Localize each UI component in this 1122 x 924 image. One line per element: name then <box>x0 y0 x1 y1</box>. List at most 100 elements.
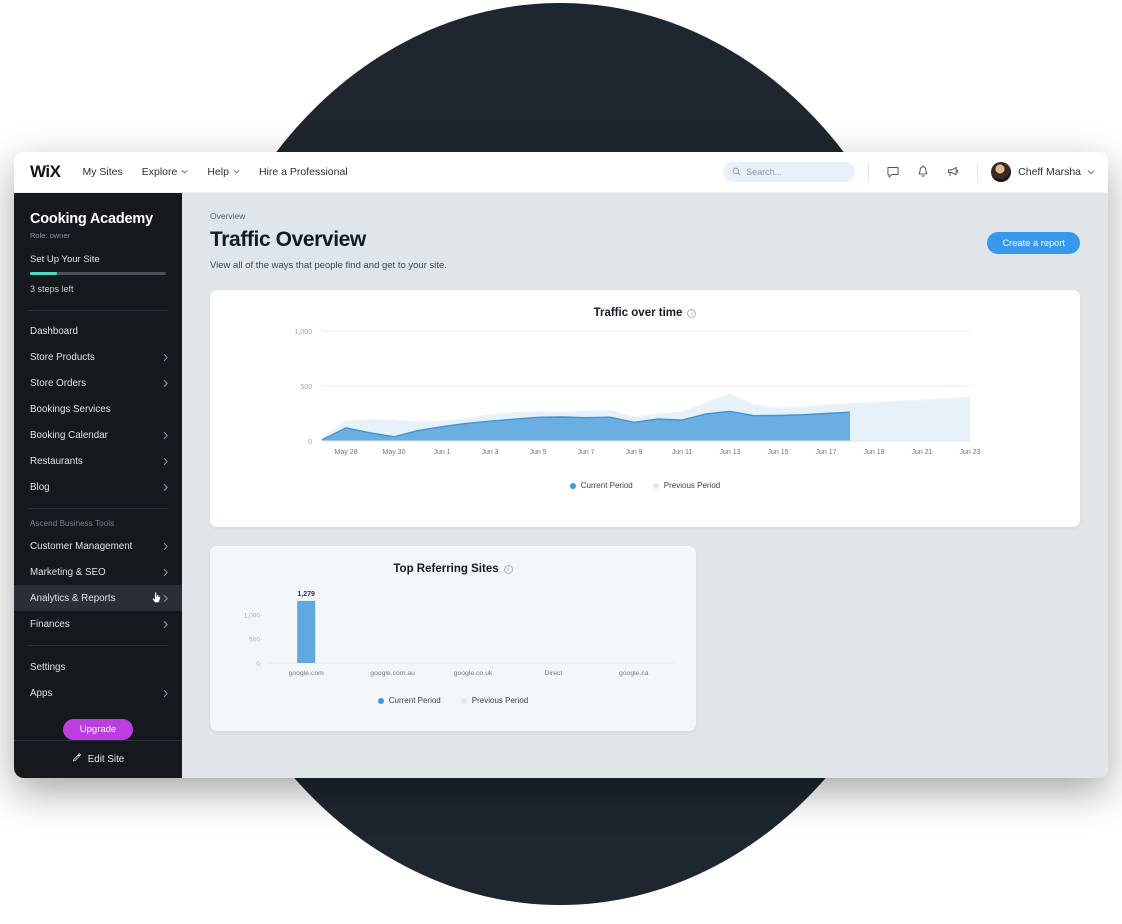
sidebar-menu-primary: Dashboard Store Products Store Orders Bo… <box>14 310 182 500</box>
mouse-cursor-pointer-icon <box>151 592 162 604</box>
sidebar-item-store-orders[interactable]: Store Orders <box>14 370 182 396</box>
sidebar-item-bookings-services[interactable]: Bookings Services <box>14 396 182 422</box>
page-title: Traffic Overview <box>210 228 366 251</box>
sidebar-item-label: Analytics & Reports <box>30 592 116 604</box>
svg-text:0: 0 <box>256 661 260 668</box>
sidebar-menu-ascend: Customer Management Marketing & SEO Anal… <box>14 533 182 637</box>
sidebar-item-label: Apps <box>30 687 53 699</box>
sidebar: Cooking Academy Role: owner Set Up Your … <box>14 193 182 778</box>
setup-site-label[interactable]: Set Up Your Site <box>14 240 182 265</box>
chevron-down-icon <box>181 168 188 175</box>
avatar[interactable] <box>991 162 1012 182</box>
chevron-down-icon[interactable] <box>1087 168 1095 175</box>
main-nav: My Sites Explore Help Hire a Professiona… <box>82 166 347 178</box>
chart-title: Traffic over time <box>593 307 683 319</box>
chevron-right-icon <box>162 689 169 698</box>
search-input[interactable]: Search... <box>723 162 856 182</box>
sidebar-item-dashboard[interactable]: Dashboard <box>14 318 182 344</box>
chat-icon[interactable] <box>882 161 904 183</box>
page-subtitle: View all of the ways that people find an… <box>210 260 447 271</box>
top-referring-bar-chart: 0 500 1,000 1,279 google.com google.com.au goo… <box>244 591 674 677</box>
chevron-right-icon <box>162 542 169 551</box>
svg-text:Jun 17: Jun 17 <box>815 449 836 456</box>
nav-label: Explore <box>141 166 178 178</box>
sidebar-item-blog[interactable]: Blog <box>14 474 182 500</box>
sidebar-item-label: Dashboard <box>30 325 78 337</box>
sidebar-item-label: Store Products <box>30 351 95 363</box>
page-header: Traffic Overview View all of the ways th… <box>210 228 1080 271</box>
legend-dot-previous <box>652 482 659 489</box>
traffic-over-time-card: Traffic over time i 0 500 1,000 May 28 May 3… <box>210 290 1080 527</box>
svg-text:Jun 9: Jun 9 <box>625 449 642 456</box>
nav-item-explore[interactable]: Explore <box>142 166 189 178</box>
edit-site-label: Edit Site <box>87 754 125 766</box>
legend-item-previous-period[interactable]: Previous Period <box>460 696 529 705</box>
search-placeholder-text: Search... <box>746 167 783 177</box>
nav-item-my-sites[interactable]: My Sites <box>82 166 122 178</box>
pencil-icon <box>72 753 82 766</box>
referring-chart-legend: Current Period Previous Period <box>210 696 696 705</box>
sidebar-menu-footer: Settings Apps <box>14 646 182 706</box>
sidebar-item-marketing-and-seo[interactable]: Marketing & SEO <box>14 559 182 585</box>
nav-item-hire-a-professional[interactable]: Hire a Professional <box>259 166 348 178</box>
site-title: Cooking Academy <box>30 211 153 227</box>
svg-text:Jun 5: Jun 5 <box>529 449 546 456</box>
breadcrumb[interactable]: Overview <box>210 211 1080 221</box>
svg-text:Direct: Direct <box>545 670 563 677</box>
legend-label: Previous Period <box>471 696 529 705</box>
sidebar-item-label: Bookings Services <box>30 403 111 415</box>
nav-item-help[interactable]: Help <box>207 166 240 178</box>
sidebar-item-settings[interactable]: Settings <box>14 654 182 680</box>
chevron-right-icon <box>162 353 169 362</box>
chevron-right-icon <box>162 594 169 603</box>
traffic-chart-legend: Current Period Previous Period <box>210 481 1080 490</box>
sidebar-item-booking-calendar[interactable]: Booking Calendar <box>14 422 182 448</box>
setup-progress-fill <box>30 272 58 275</box>
legend-item-current-period[interactable]: Current Period <box>569 481 633 490</box>
svg-text:Jun 15: Jun 15 <box>767 449 788 456</box>
create-report-button[interactable]: Create a report <box>987 232 1080 254</box>
legend-dot-previous <box>460 697 467 704</box>
wix-logo[interactable]: WiX <box>30 162 61 182</box>
steps-left-label: 3 steps left <box>30 283 74 294</box>
legend-label: Current Period <box>580 481 633 490</box>
sidebar-item-customer-management[interactable]: Customer Management <box>14 533 182 559</box>
user-name-label: Cheff Marsha <box>1018 166 1081 178</box>
sidebar-item-restaurants[interactable]: Restaurants <box>14 448 182 474</box>
info-icon[interactable]: i <box>687 308 697 318</box>
nav-label: Hire a Professional <box>258 166 348 178</box>
svg-text:Jun 1: Jun 1 <box>433 449 450 456</box>
upgrade-button[interactable]: Upgrade <box>62 719 134 741</box>
svg-text:Jun 3: Jun 3 <box>481 449 498 456</box>
sidebar-item-store-products[interactable]: Store Products <box>14 344 182 370</box>
traffic-chart-title-row: Traffic over time i <box>210 290 1080 319</box>
chevron-down-icon <box>233 168 240 175</box>
top-referring-sites-card: Top Referring Sites i 0 500 1,000 1,279 goog… <box>210 546 696 731</box>
svg-text:google.ca: google.ca <box>619 670 649 677</box>
svg-text:Jun 13: Jun 13 <box>719 449 740 456</box>
top-navigation-bar: WiX My Sites Explore Help Hire a Profess… <box>14 152 1108 193</box>
topbar-right-cluster: Search... Cheff Marsha <box>723 161 1095 183</box>
svg-text:1,000: 1,000 <box>244 612 261 619</box>
chevron-right-icon <box>162 620 169 629</box>
sidebar-item-apps[interactable]: Apps <box>14 680 182 706</box>
sidebar-group-label-ascend: Ascend Business Tools <box>30 519 115 529</box>
edit-site-button[interactable]: Edit Site <box>14 740 182 778</box>
setup-progress-bar <box>30 272 166 275</box>
info-icon[interactable]: i <box>503 564 513 574</box>
svg-text:1,279: 1,279 <box>297 591 315 598</box>
legend-item-previous-period[interactable]: Previous Period <box>652 481 721 490</box>
megaphone-icon[interactable] <box>942 161 964 183</box>
divider <box>868 163 870 181</box>
bell-icon[interactable] <box>912 161 934 183</box>
sidebar-item-analytics-and-reports[interactable]: Analytics & Reports <box>14 585 182 612</box>
site-role-label: Role: owner <box>30 231 71 240</box>
chevron-right-icon <box>162 379 169 388</box>
chevron-right-icon <box>162 483 169 492</box>
traffic-chart-area: 0 500 1,000 May 28 May 30 Jun 1 Jun 3 Jun 5 Jun … <box>210 319 1080 469</box>
chevron-right-icon <box>162 457 169 466</box>
legend-label: Previous Period <box>663 481 721 490</box>
sidebar-item-finances[interactable]: Finances <box>14 611 182 637</box>
referring-chart-title-row: Top Referring Sites i <box>210 546 696 575</box>
legend-item-current-period[interactable]: Current Period <box>377 696 441 705</box>
